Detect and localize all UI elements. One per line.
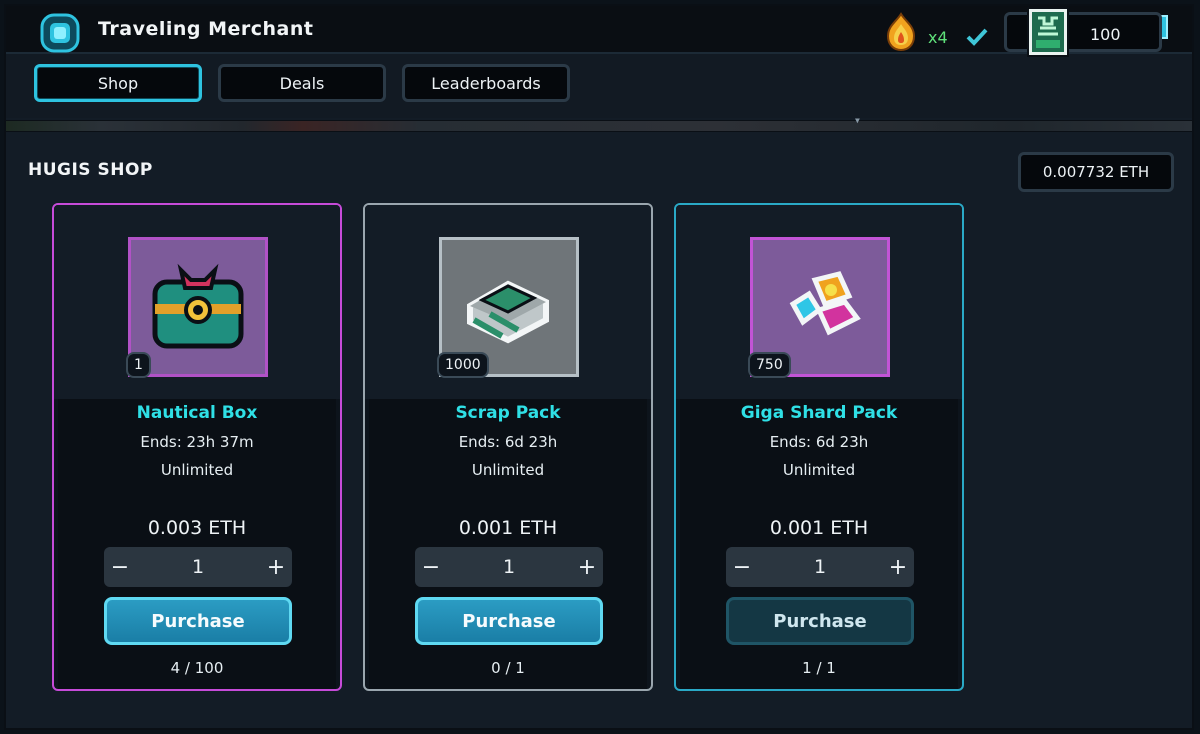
decrement-button[interactable]: − <box>106 553 134 581</box>
item-price: 0.001 ETH <box>458 517 558 539</box>
quantity-stepper: − 1 + <box>726 547 914 587</box>
quantity-value[interactable]: 1 <box>144 556 252 578</box>
quantity-badge: 1 <box>126 352 151 378</box>
increment-button[interactable]: + <box>262 553 290 581</box>
item-price: 0.003 ETH <box>147 517 247 539</box>
item-name: Giga Shard Pack <box>740 403 898 423</box>
energy-value: 100 <box>1090 25 1121 44</box>
decrement-button[interactable]: − <box>728 553 756 581</box>
quantity-stepper: − 1 + <box>104 547 292 587</box>
shop-card-giga-shard-pack: 750 Giga Shard Pack Ends: 6d 23h Unlimit… <box>674 203 964 691</box>
quantity-badge: 750 <box>748 352 791 378</box>
shop-card-nautical-box: 1 Nautical Box Ends: 23h 37m Unlimited 0… <box>52 203 342 691</box>
item-limit: Unlimited <box>471 461 545 479</box>
item-price: 0.001 ETH <box>769 517 869 539</box>
strip-arrow-icon: ▼ <box>855 116 860 125</box>
purchase-button[interactable]: Purchase <box>415 597 603 645</box>
item-ends: Ends: 23h 37m <box>140 433 254 451</box>
flame-icon <box>886 12 916 52</box>
quantity-badge: 1000 <box>437 352 489 378</box>
purchase-button[interactable]: Purchase <box>104 597 292 645</box>
quantity-value[interactable]: 1 <box>766 556 874 578</box>
shop-heading: HUGIS SHOP <box>28 160 153 180</box>
item-limit: Unlimited <box>782 461 856 479</box>
merchant-gem-icon <box>40 13 80 53</box>
shop-card-scrap-pack: 1000 Scrap Pack Ends: 6d 23h Unlimited 0… <box>363 203 653 691</box>
energy-card-icon <box>1027 7 1069 57</box>
tab-deals[interactable]: Deals <box>218 64 386 102</box>
item-name: Nautical Box <box>136 403 258 423</box>
nav-row: Shop Deals Leaderboards <box>6 54 1192 118</box>
sold-count: 1 / 1 <box>802 659 836 677</box>
increment-button[interactable]: + <box>884 553 912 581</box>
sold-count: 0 / 1 <box>491 659 525 677</box>
item-name: Scrap Pack <box>455 403 561 423</box>
quantity-value[interactable]: 1 <box>455 556 563 578</box>
check-icon <box>966 28 988 46</box>
tab-shop[interactable]: Shop <box>34 64 202 102</box>
item-ends: Ends: 6d 23h <box>458 433 558 451</box>
sold-count: 4 / 100 <box>170 659 224 677</box>
tab-leaderboards[interactable]: Leaderboards <box>402 64 570 102</box>
quantity-stepper: − 1 + <box>415 547 603 587</box>
purchase-button[interactable]: Purchase <box>726 597 914 645</box>
increment-button[interactable]: + <box>573 553 601 581</box>
decrement-button[interactable]: − <box>417 553 445 581</box>
window-title: Traveling Merchant <box>98 18 314 40</box>
item-ends: Ends: 6d 23h <box>769 433 869 451</box>
item-limit: Unlimited <box>160 461 234 479</box>
multiplier-text: x4 <box>928 28 948 47</box>
wallet-balance: 0.007732 ETH <box>1018 152 1174 192</box>
